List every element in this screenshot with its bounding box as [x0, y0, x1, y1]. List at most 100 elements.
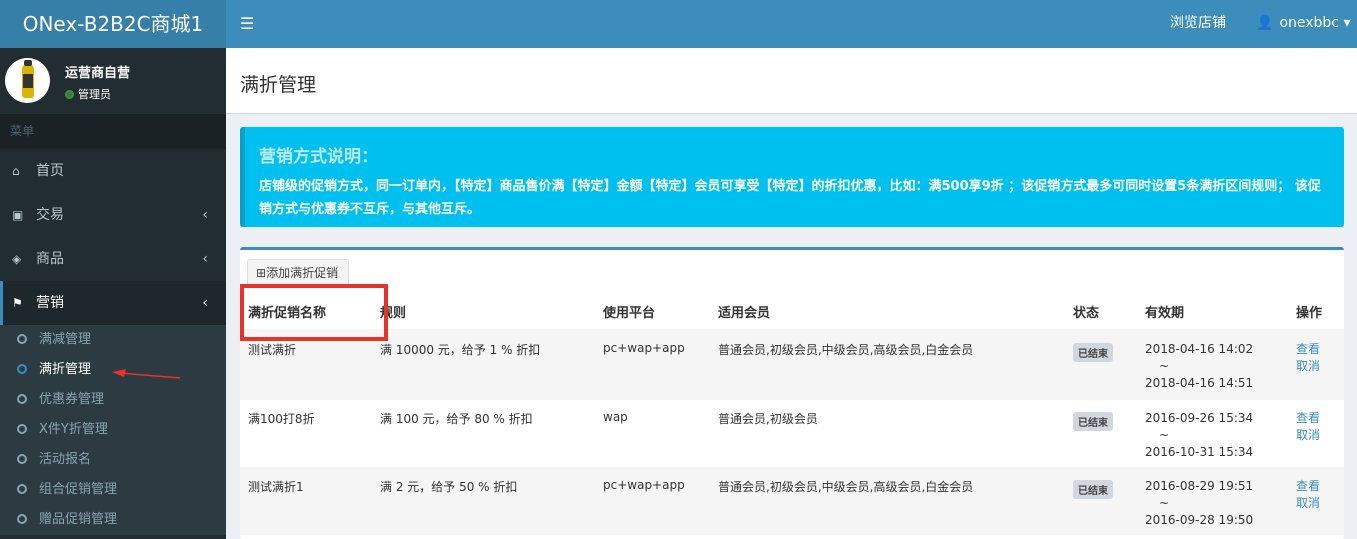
- circle-icon: [17, 394, 27, 404]
- nav-item-home[interactable]: ⌂ 首页: [0, 149, 226, 193]
- promo-members: 普通会员,初级会员,中级会员,高级会员,白金会员: [710, 466, 1065, 535]
- chevron-down-icon: ‹: [202, 295, 208, 311]
- promo-platform: pc+wap+app: [595, 466, 710, 535]
- promo-actions: 查看 取消: [1288, 398, 1344, 467]
- submenu-item-coupon[interactable]: 优惠券管理: [0, 385, 226, 415]
- period-separator: ~: [1159, 427, 1170, 442]
- menu-header: 菜单: [0, 114, 226, 149]
- promo-name: 满100打8折: [240, 398, 372, 467]
- home-icon: ⌂: [12, 164, 20, 178]
- online-status-icon: [65, 90, 74, 99]
- promo-rule: 满 100 元，给予 80 % 折扣: [372, 398, 595, 467]
- nav-label: 交易: [36, 207, 64, 223]
- promo-actions: 查看 取消: [1288, 466, 1344, 535]
- chevron-left-icon: ‹: [202, 207, 208, 223]
- column-header: 操作: [1288, 294, 1344, 331]
- period-separator: ~: [1159, 495, 1170, 510]
- status-badge: 已结束: [1073, 343, 1113, 362]
- promo-name: 测试满折1: [240, 466, 372, 535]
- credit-card-icon: ▣: [12, 208, 24, 222]
- promotion-list-box: ⊞添加满折促销 满折促销名称 规则 使用平台 适用会员 状态 有效期 操作 测试…: [240, 247, 1344, 539]
- annotation-highlight-box: [240, 284, 388, 341]
- table-row: 满100打8折 满 100 元，给予 80 % 折扣 wap 普通会员,初级会员…: [240, 398, 1344, 467]
- promo-platform: pc+wap+app: [595, 329, 710, 399]
- user-icon: 👤: [1256, 15, 1274, 31]
- table-header-row: 满折促销名称 规则 使用平台 适用会员 状态 有效期 操作: [240, 294, 1344, 331]
- view-link[interactable]: 查看: [1296, 410, 1336, 427]
- submenu-item-combo-promo[interactable]: 组合促销管理: [0, 475, 226, 505]
- column-header: 状态: [1065, 294, 1137, 331]
- submenu-item-x-y-discount[interactable]: X件Y折管理: [0, 415, 226, 445]
- caret-down-icon: ▾: [1343, 15, 1351, 31]
- nav-item-goods[interactable]: ◈ 商品 ‹: [0, 237, 226, 281]
- promo-actions: 查看 取消: [1288, 329, 1344, 399]
- period-end: 2016-10-31 15:34: [1145, 444, 1254, 459]
- cancel-link[interactable]: 取消: [1296, 358, 1336, 375]
- column-header: 适用会员: [710, 294, 1065, 331]
- period-end: 2016-09-28 19:50: [1145, 512, 1254, 527]
- app-logo[interactable]: ONex-B2B2C商城1: [0, 0, 226, 48]
- status-badge: 已结束: [1073, 411, 1113, 431]
- topbar: ☰ 浏览店铺 👤 onexbbc ▾: [226, 0, 1357, 48]
- promo-rule: 满 2 元，给予 50 % 折扣: [372, 466, 595, 535]
- user-menu[interactable]: 👤 onexbbc ▾: [1256, 0, 1350, 46]
- nav-item-trade[interactable]: ▣ 交易 ‹: [0, 193, 226, 237]
- user-role: 管理员: [78, 88, 111, 101]
- promo-status: 已结束: [1065, 329, 1137, 399]
- nav-label: 商品: [36, 251, 64, 267]
- table-row: 测试满折1 满 2 元，给予 50 % 折扣 pc+wap+app 普通会员,初…: [240, 466, 1344, 535]
- nav-item-marketing[interactable]: ⚑ 营销 ‹: [0, 281, 226, 325]
- page-title: 满折管理: [240, 74, 317, 96]
- submenu-item-gift-promo[interactable]: 赠品促销管理: [0, 505, 226, 535]
- nav-label: 首页: [36, 163, 64, 179]
- period-start: 2016-08-29 19:51: [1145, 478, 1254, 493]
- info-callout: 营销方式说明： 店铺级的促销方式，同一订单内，【特定】商品售价满【特定】金额【特…: [240, 127, 1344, 227]
- submenu-item-event-signup[interactable]: 活动报名: [0, 445, 226, 475]
- period-separator: ~: [1159, 359, 1170, 373]
- view-link[interactable]: 查看: [1296, 341, 1336, 358]
- annotation-arrow-icon: [112, 369, 181, 379]
- column-header: 有效期: [1137, 294, 1288, 331]
- promo-status: 已结束: [1065, 466, 1137, 535]
- cancel-link[interactable]: 取消: [1296, 427, 1336, 444]
- view-link[interactable]: 查看: [1296, 478, 1336, 495]
- column-header: 使用平台: [595, 294, 710, 331]
- circle-icon: [17, 364, 27, 374]
- browse-store-link[interactable]: 浏览店铺: [1170, 0, 1226, 46]
- column-header: 规则: [372, 294, 595, 331]
- cancel-link[interactable]: 取消: [1296, 495, 1336, 512]
- content-header: 满折管理: [226, 48, 1357, 114]
- sidebar: ONex-B2B2C商城1 运营商自营 管理员 菜单 ⌂ 首页 ▣ 交易 ‹ ◈ 商品…: [0, 0, 226, 539]
- period-start: 2016-09-26 15:34: [1145, 410, 1254, 425]
- promo-period: 2016-08-29 19:51 ~ 2016-09-28 19:50: [1137, 466, 1288, 535]
- callout-title: 营销方式说明：: [259, 147, 378, 167]
- promo-rule: 满 10000 元，给予 1 % 折扣: [372, 329, 595, 399]
- circle-icon: [17, 484, 27, 494]
- submenu-item-full-reduction[interactable]: 满减管理: [0, 325, 226, 355]
- cube-icon: ◈: [12, 252, 22, 266]
- circle-icon: [17, 334, 27, 344]
- promotion-table: 满折促销名称 规则 使用平台 适用会员 状态 有效期 操作 测试满折 满 100…: [240, 294, 1344, 535]
- period-start: 2018-04-16 14:02: [1145, 342, 1254, 356]
- promo-members: 普通会员,初级会员: [710, 398, 1065, 467]
- promo-period: 2016-09-26 15:34 ~ 2016-10-31 15:34: [1137, 398, 1288, 467]
- sidebar-toggle-icon[interactable]: ☰: [240, 0, 254, 48]
- tag-icon: ⚑: [12, 296, 23, 310]
- status-badge: 已结束: [1073, 479, 1113, 499]
- user-panel: 运营商自营 管理员: [0, 48, 226, 114]
- promo-status: 已结束: [1065, 398, 1137, 467]
- promo-platform: wap: [595, 398, 710, 467]
- circle-icon: [17, 514, 27, 524]
- user-status: 管理员: [65, 86, 111, 102]
- avatar: [5, 58, 50, 103]
- callout-text: 店铺级的促销方式，同一订单内，【特定】商品售价满【特定】金额【特定】会员可享受【…: [259, 179, 1321, 217]
- chevron-left-icon: ‹: [202, 251, 208, 267]
- user-name: 运营商自营: [65, 66, 131, 81]
- promo-period: 2018-04-16 14:02 ~ 2018-04-16 14:51: [1137, 329, 1288, 399]
- table-row: 测试满折 满 10000 元，给予 1 % 折扣 pc+wap+app 普通会员…: [240, 329, 1344, 399]
- username: onexbbc: [1279, 15, 1339, 31]
- circle-icon: [17, 454, 27, 464]
- promo-members: 普通会员,初级会员,中级会员,高级会员,白金会员: [710, 329, 1065, 399]
- nav-label: 营销: [36, 295, 64, 311]
- plus-square-icon: ⊞: [256, 266, 267, 280]
